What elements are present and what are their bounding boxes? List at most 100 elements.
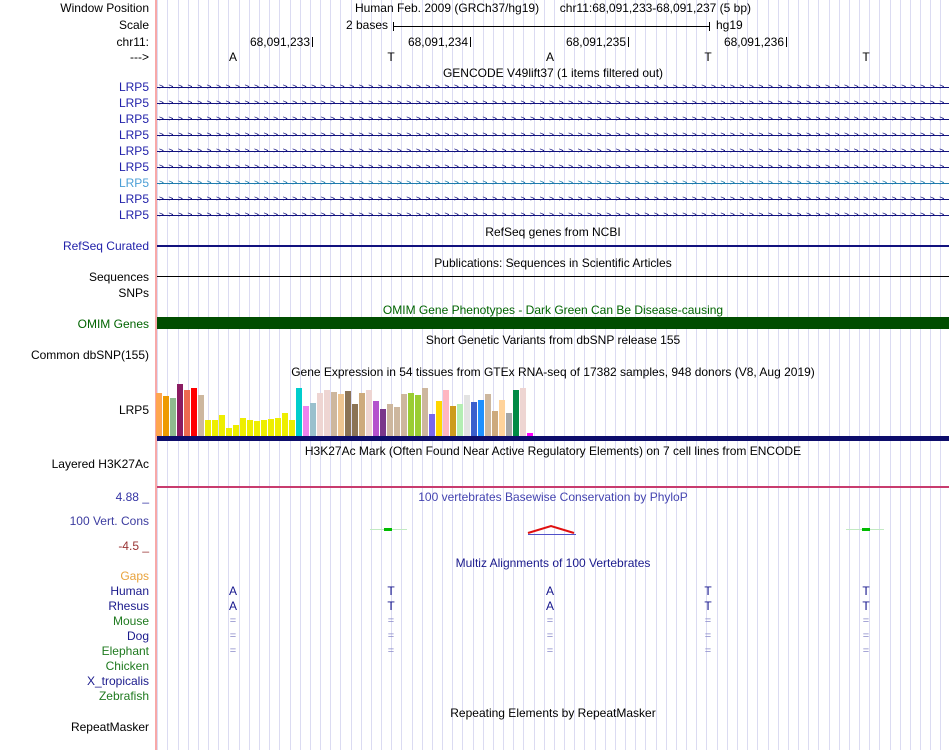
multiz-species-label[interactable]: Rhesus [0, 599, 149, 613]
transcript-strand-arrows: >>>>>>>>>>>>>>>>>>>>>>>>>>>>>>>>>>>>>>>>… [159, 130, 949, 139]
scale-label: Scale [118, 18, 149, 32]
coordinate-tick [628, 37, 629, 47]
gtex-bar [450, 406, 456, 436]
multiz-alignment-cell: = [546, 645, 554, 657]
coordinate-value: 68,091,236 [723, 35, 784, 49]
gencode-transcript-row[interactable]: >>>>>>>>>>>>>>>>>>>>>>>>>>>>>>>>>>>>>>>>… [157, 210, 949, 220]
transcript-strand-arrows: >>>>>>>>>>>>>>>>>>>>>>>>>>>>>>>>>>>>>>>>… [159, 210, 949, 219]
assembly-text: Human Feb. 2009 (GRCh37/hg19) [354, 1, 540, 15]
transcript-strand-arrows: >>>>>>>>>>>>>>>>>>>>>>>>>>>>>>>>>>>>>>>>… [159, 194, 949, 203]
multiz-species-label[interactable]: Human [0, 584, 149, 598]
gtex-gene-model-bar[interactable] [157, 436, 949, 441]
coordinate-tick [470, 37, 471, 47]
gtex-bar [296, 388, 302, 436]
gencode-transcript-label[interactable]: LRP5 [0, 128, 149, 142]
refseq-curated-item[interactable] [157, 245, 949, 247]
multiz-alignment-cell: = [546, 630, 554, 642]
gencode-transcript-label[interactable]: LRP5 [0, 112, 149, 126]
multiz-alignment-cell: T [862, 599, 870, 613]
gtex-bar [212, 420, 218, 436]
phylop-title: 100 vertebrates Basewise Conservation by… [418, 490, 688, 504]
gtex-bar [261, 420, 267, 436]
gencode-transcript-row[interactable]: >>>>>>>>>>>>>>>>>>>>>>>>>>>>>>>>>>>>>>>>… [157, 178, 949, 188]
multiz-alignment-cell: = [546, 615, 554, 627]
gtex-bar [338, 394, 344, 436]
gencode-transcript-label[interactable]: LRP5 [0, 80, 149, 94]
multiz-alignment-cell: = [862, 645, 870, 657]
gtex-bar [331, 392, 337, 436]
position-text: chr11:68,091,233-68,091,237 (5 bp) [559, 1, 752, 15]
coordinate-value: 68,091,233 [249, 35, 310, 49]
transcript-strand-arrows: >>>>>>>>>>>>>>>>>>>>>>>>>>>>>>>>>>>>>>>>… [159, 162, 949, 171]
gtex-bar [282, 413, 288, 436]
multiz-species-label[interactable]: Chicken [0, 659, 149, 673]
omim-title: OMIM Gene Phenotypes - Dark Green Can Be… [382, 303, 724, 317]
ruler-base: T [704, 50, 712, 64]
gtex-bar [366, 390, 372, 436]
gencode-transcript-row[interactable]: >>>>>>>>>>>>>>>>>>>>>>>>>>>>>>>>>>>>>>>>… [157, 130, 949, 140]
gencode-transcript-row[interactable]: >>>>>>>>>>>>>>>>>>>>>>>>>>>>>>>>>>>>>>>>… [157, 146, 949, 156]
strand-label: ---> [130, 50, 149, 64]
gencode-transcript-row[interactable]: >>>>>>>>>>>>>>>>>>>>>>>>>>>>>>>>>>>>>>>>… [157, 194, 949, 204]
ruler-base: T [387, 50, 395, 64]
gencode-transcript-row[interactable]: >>>>>>>>>>>>>>>>>>>>>>>>>>>>>>>>>>>>>>>>… [157, 98, 949, 108]
gtex-bar [324, 390, 330, 436]
gencode-transcript-label[interactable]: LRP5 [0, 144, 149, 158]
gtex-bar [191, 388, 197, 436]
refseq-curated-label[interactable]: RefSeq Curated [0, 239, 149, 253]
omim-gene-bar[interactable] [157, 317, 949, 329]
gencode-title: GENCODE V49lift37 (1 items filtered out) [442, 66, 664, 80]
multiz-alignment-cell: T [387, 584, 395, 598]
multiz-species-label[interactable]: Elephant [0, 644, 149, 658]
sequences-label[interactable]: Sequences [0, 270, 149, 284]
dbsnp-label[interactable]: Common dbSNP(155) [0, 348, 149, 362]
gtex-bar [415, 395, 421, 436]
multiz-species-label[interactable]: Gaps [0, 569, 149, 583]
gtex-bar [163, 396, 169, 436]
ruler-base: A [228, 50, 237, 64]
dbsnp-title: Short Genetic Variants from dbSNP releas… [425, 333, 681, 347]
gtex-bar [205, 420, 211, 436]
ruler-base: A [545, 50, 554, 64]
multiz-alignment-cell: = [704, 630, 712, 642]
gtex-bar [394, 407, 400, 436]
multiz-species-label[interactable]: Zebrafish [0, 689, 149, 703]
multiz-species-label[interactable]: X_tropicalis [0, 674, 149, 688]
gencode-transcript-row[interactable]: >>>>>>>>>>>>>>>>>>>>>>>>>>>>>>>>>>>>>>>>… [157, 162, 949, 172]
repeatmasker-label[interactable]: RepeatMasker [0, 720, 149, 734]
gencode-transcript-label[interactable]: LRP5 [0, 160, 149, 174]
multiz-species-label[interactable]: Dog [0, 629, 149, 643]
gtex-gene-label[interactable]: LRP5 [0, 403, 149, 417]
gencode-transcript-label[interactable]: LRP5 [0, 192, 149, 206]
h3k27ac-label[interactable]: Layered H3K27Ac [0, 457, 149, 471]
snps-label[interactable]: SNPs [0, 286, 149, 300]
sequences-item[interactable] [157, 276, 949, 277]
gtex-bar [247, 420, 253, 436]
gencode-transcript-row[interactable]: >>>>>>>>>>>>>>>>>>>>>>>>>>>>>>>>>>>>>>>>… [157, 82, 949, 92]
multiz-species-label[interactable]: Mouse [0, 614, 149, 628]
phylop-label[interactable]: 100 Vert. Cons [0, 514, 149, 528]
gtex-bar [387, 404, 393, 436]
transcript-strand-arrows: >>>>>>>>>>>>>>>>>>>>>>>>>>>>>>>>>>>>>>>>… [159, 114, 949, 123]
coordinate-value: 68,091,235 [565, 35, 626, 49]
scale-bar-right-tick [709, 22, 710, 31]
gtex-bar [275, 418, 281, 436]
multiz-alignment-cell: T [387, 599, 395, 613]
gtex-bar [478, 400, 484, 436]
gtex-bar [219, 415, 225, 436]
gtex-bar [317, 393, 323, 436]
gtex-bar [520, 388, 526, 436]
gencode-transcript-row[interactable]: >>>>>>>>>>>>>>>>>>>>>>>>>>>>>>>>>>>>>>>>… [157, 114, 949, 124]
chrom-label: chr11: [116, 35, 149, 49]
gtex-bar [226, 428, 232, 436]
gtex-bar [471, 402, 477, 436]
gencode-transcript-label[interactable]: LRP5 [0, 96, 149, 110]
genome-browser-image: Window Position Human Feb. 2009 (GRCh37/… [0, 0, 950, 750]
phylop-min-value: -4.5 _ [118, 539, 149, 553]
omim-genes-label[interactable]: OMIM Genes [0, 317, 149, 331]
refseq-title: RefSeq genes from NCBI [485, 225, 621, 239]
gencode-transcript-label[interactable]: LRP5 [0, 208, 149, 222]
gtex-bar [359, 393, 365, 436]
multiz-alignment-cell: T [704, 584, 712, 598]
gencode-transcript-label[interactable]: LRP5 [0, 176, 149, 190]
